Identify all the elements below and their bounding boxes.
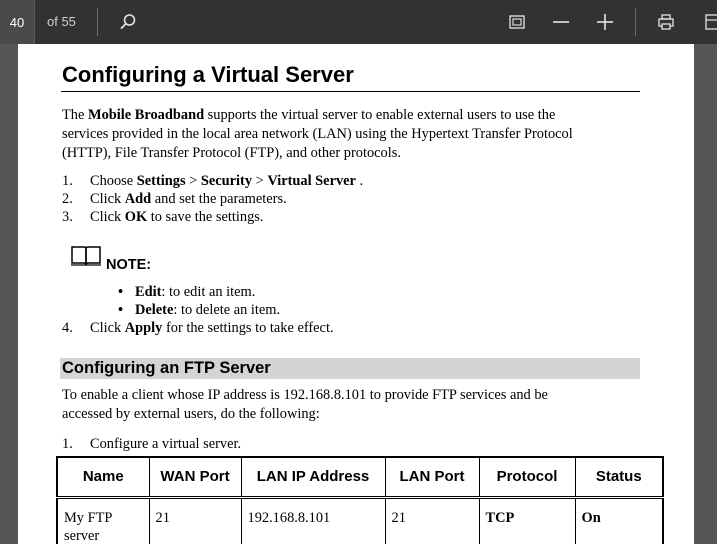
current-page-input[interactable]: 40 (0, 0, 35, 44)
cell-name: My FTP server (56, 496, 150, 544)
search-icon[interactable] (113, 7, 143, 37)
bullet-delete: • Delete: to delete an item. (118, 302, 281, 318)
col-header-lan-ip: LAN IP Address (240, 456, 386, 499)
more-options-icon[interactable] (698, 7, 717, 37)
note-label: NOTE: (106, 257, 152, 273)
cell-status: On (574, 496, 664, 544)
col-header-lan-port: LAN Port (384, 456, 480, 499)
toolbar-divider (97, 8, 98, 36)
col-header-status: Status (574, 456, 664, 499)
step-1: 1. Choose Settings > Security > Virtual S… (62, 173, 364, 189)
page-count: of 55 (47, 14, 76, 29)
cell-lan-ip: 192.168.8.101 (240, 496, 386, 544)
pdf-toolbar: 40 of 55 (0, 0, 717, 44)
step-2: 2. Click Add and set the parameters. (62, 191, 287, 207)
cell-protocol: TCP (478, 496, 576, 544)
step-4: 4. Click Apply for the settings to take e… (62, 320, 334, 336)
fit-page-icon[interactable] (502, 7, 532, 37)
document-page: Configuring a Virtual Server The Mobile … (18, 44, 694, 544)
col-header-name: Name (56, 456, 150, 499)
table-row: My FTP server 21 192.168.8.101 21 TCP On (56, 496, 664, 544)
cell-wan-port: 21 (148, 496, 242, 544)
toolbar-divider (635, 8, 636, 36)
zoom-out-icon[interactable] (546, 7, 576, 37)
table-header-row: Name WAN Port LAN IP Address LAN Port Pr… (56, 456, 664, 499)
col-header-protocol: Protocol (478, 456, 576, 499)
section-title: Configuring an FTP Server (62, 359, 271, 377)
zoom-in-icon[interactable] (590, 7, 620, 37)
print-icon[interactable] (651, 7, 681, 37)
title-rule (61, 91, 640, 92)
step-3: 3. Click OK to save the settings. (62, 209, 264, 225)
virtual-server-table: Name WAN Port LAN IP Address LAN Port Pr… (56, 456, 664, 544)
intro-paragraph: The Mobile Broadband supports the virtua… (62, 107, 573, 161)
book-icon (70, 244, 102, 273)
ftp-step-1: 1. Configure a virtual server. (62, 436, 242, 452)
bullet-edit: • Edit: to edit an item. (118, 284, 256, 300)
col-header-wan-port: WAN Port (148, 456, 242, 499)
ftp-paragraph: To enable a client whose IP address is 1… (62, 387, 548, 422)
page-title: Configuring a Virtual Server (62, 62, 354, 87)
cell-lan-port: 21 (384, 496, 480, 544)
